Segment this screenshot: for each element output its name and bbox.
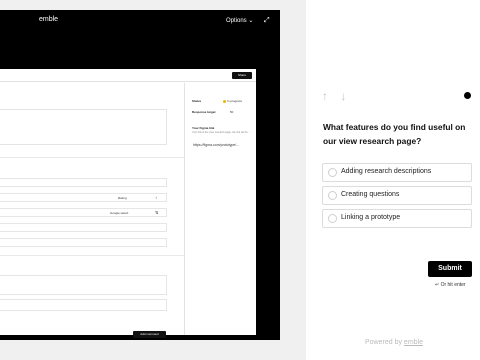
question-row[interactable]: Google select ⇅ xyxy=(0,208,167,217)
question-row[interactable] xyxy=(0,223,167,232)
question-row[interactable] xyxy=(0,178,167,187)
editor-main: Rating ↕ Google select ⇅ Add comment xyxy=(0,83,184,338)
powered-by-brand-link[interactable]: emble xyxy=(404,339,423,346)
arrow-down-icon[interactable]: ↓ xyxy=(340,89,346,103)
question-nav: ↑ ↓ xyxy=(322,89,355,103)
figma-link-description: Your link to the view research page, the… xyxy=(192,131,251,134)
reorder-icon[interactable]: ⇅ xyxy=(155,210,158,215)
checkbox-icon[interactable] xyxy=(328,191,337,200)
status-badge[interactable]: In progress xyxy=(223,99,242,103)
powered-by: Powered by emble xyxy=(365,339,423,346)
figma-link-field[interactable]: https://figma.com/prototype/... xyxy=(193,143,239,147)
response-target-label: Response target xyxy=(192,110,216,114)
checkbox-icon[interactable] xyxy=(328,168,337,177)
answer-option[interactable]: Linking a prototype xyxy=(322,209,472,228)
add-comment-button[interactable]: Add comment xyxy=(133,331,166,338)
enter-hint: ↵ Or hit enter xyxy=(435,282,466,288)
answer-option-label: Creating questions xyxy=(341,191,400,198)
answer-option[interactable]: Adding research descriptions xyxy=(322,163,472,182)
powered-by-label: Powered by xyxy=(365,339,402,346)
question-text: What features do you find useful on our … xyxy=(323,122,466,146)
status-dot xyxy=(223,99,226,103)
reorder-icon[interactable]: ↕ xyxy=(155,195,157,200)
response-target-value[interactable]: 50 xyxy=(230,110,233,114)
share-button[interactable]: Share xyxy=(232,72,252,79)
checkbox-icon[interactable] xyxy=(328,214,337,223)
options-menu[interactable]: Options ⌄ xyxy=(226,17,253,24)
section-divider xyxy=(0,157,184,158)
expand-icon[interactable]: ⤢ xyxy=(264,17,270,25)
chevron-down-icon: ⌄ xyxy=(248,18,254,24)
content-toolbar: Share xyxy=(0,69,256,82)
question-type-tag: Rating xyxy=(118,196,127,200)
submit-button[interactable]: Submit xyxy=(428,261,472,277)
answer-option-label: Linking a prototype xyxy=(341,214,401,221)
arrow-up-icon[interactable]: ↑ xyxy=(322,89,328,103)
question-type-tag: Google select xyxy=(110,211,129,215)
status-value: In progress xyxy=(227,99,243,103)
section-divider xyxy=(0,255,184,256)
figma-link-label: Your Figma link xyxy=(192,126,215,130)
question-row[interactable] xyxy=(0,238,167,247)
app-backdrop: emble Options ⌄ ⤢ Share Rating ↕ Google … xyxy=(0,0,306,360)
app-content: Share Rating ↕ Google select ⇅ Add comme… xyxy=(0,69,256,338)
app-window: emble Options ⌄ ⤢ Share Rating ↕ Google … xyxy=(0,10,280,340)
options-label: Options xyxy=(226,18,247,24)
description-box[interactable] xyxy=(0,109,167,145)
question-row[interactable]: Rating ↕ xyxy=(0,193,167,202)
screen: emble Options ⌄ ⤢ Share Rating ↕ Google … xyxy=(0,0,480,360)
app-logo: emble xyxy=(39,16,59,23)
settings-panel: Status In progress Response target 50 Yo… xyxy=(184,83,256,335)
progress-dot xyxy=(464,92,471,99)
survey-panel: ↑ ↓ What features do you find useful on … xyxy=(306,0,480,360)
status-label: Status xyxy=(192,99,202,103)
answer-option-label: Adding research descriptions xyxy=(341,168,432,175)
comment-box[interactable] xyxy=(0,299,167,311)
answer-option[interactable]: Creating questions xyxy=(322,186,472,205)
comment-box[interactable] xyxy=(0,275,167,295)
